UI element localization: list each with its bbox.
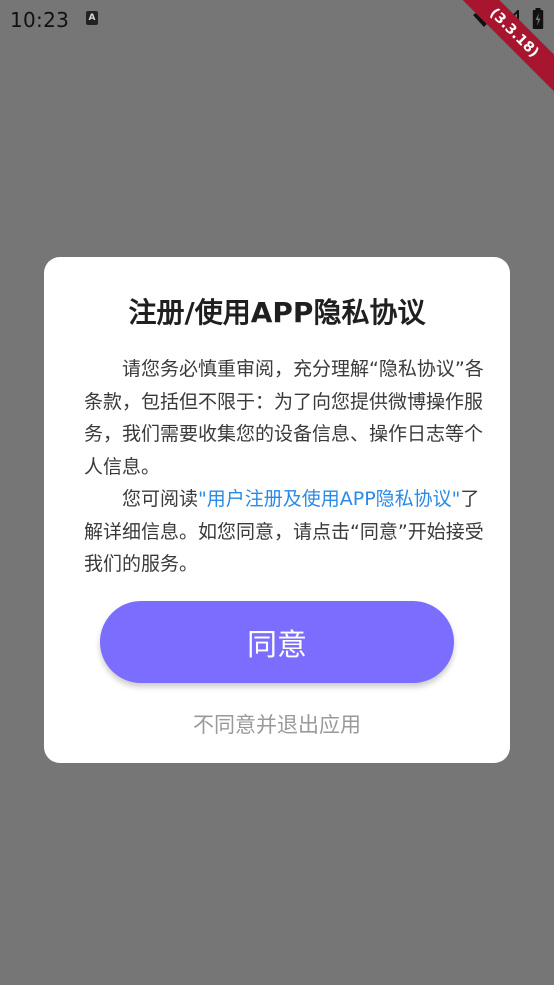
dialog-title: 注册/使用APP隐私协议 (128, 296, 426, 329)
privacy-dialog: 注册/使用APP隐私协议 请您务必慎重审阅，充分理解“隐私协议”各条款，包括但不… (44, 257, 510, 763)
debug-ribbon-label: (3.3.18) (448, 0, 554, 99)
agree-button[interactable]: 同意 (100, 601, 454, 683)
privacy-paragraph-2: 您可阅读"用户注册及使用APP隐私协议"了解详细信息。如您同意，请点击“同意”开… (84, 483, 488, 581)
status-time: 10:23 (10, 8, 70, 32)
notification-icon: A (86, 11, 98, 25)
debug-ribbon: (3.3.18) (444, 0, 554, 110)
privacy-paragraph-1: 请您务必慎重审阅，充分理解“隐私协议”各条款，包括但不限于：为了向您提供微博操作… (84, 358, 484, 478)
dialog-body: 请您务必慎重审阅，充分理解“隐私协议”各条款，包括但不限于：为了向您提供微博操作… (84, 353, 488, 581)
disagree-exit-button[interactable]: 不同意并退出应用 (44, 709, 510, 739)
agree-button-label: 同意 (247, 628, 307, 663)
paragraph-2-prefix: 您可阅读 (122, 488, 199, 510)
privacy-agreement-link[interactable]: "用户注册及使用APP隐私协议" (198, 488, 460, 510)
